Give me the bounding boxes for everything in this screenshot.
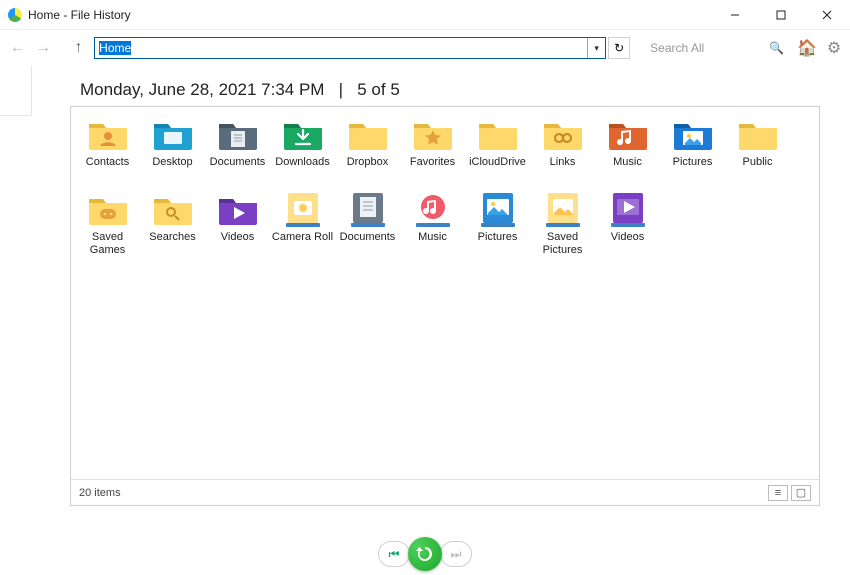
window-controls: [712, 0, 850, 30]
item-label: Videos: [221, 231, 254, 244]
folder-links-icon: [542, 117, 584, 153]
item-saved-games[interactable]: Saved Games: [75, 192, 140, 267]
item-pictures[interactable]: Pictures: [465, 192, 530, 267]
restore-button[interactable]: [408, 537, 442, 571]
app-icon: [8, 8, 22, 22]
item-links[interactable]: Links: [530, 117, 595, 192]
item-iclouddrive[interactable]: iCloudDrive: [465, 117, 530, 192]
item-label: Saved Games: [77, 231, 139, 256]
up-button[interactable]: ↑: [69, 37, 88, 59]
maximize-button[interactable]: [758, 0, 804, 30]
details-view-button[interactable]: ≡: [768, 485, 788, 501]
folder-games-icon: [87, 192, 129, 228]
item-videos[interactable]: Videos: [595, 192, 660, 267]
address-input[interactable]: [95, 41, 587, 55]
settings-icon[interactable]: ⚙: [826, 39, 842, 57]
lib-videos-icon: [607, 192, 649, 228]
lib-pictures-icon: [477, 192, 519, 228]
item-saved-pictures[interactable]: Saved Pictures: [530, 192, 595, 267]
lib-music-icon: [412, 192, 454, 228]
item-label: Pictures: [478, 231, 518, 244]
toolbar: ← → ↑ ▾ ↻ 🔍 🏠 ⚙: [0, 30, 850, 66]
item-label: Public: [743, 156, 773, 169]
item-label: Favorites: [410, 156, 455, 169]
item-label: Downloads: [275, 156, 329, 169]
folder-icon: [477, 117, 519, 153]
folder-downloads-icon: [282, 117, 324, 153]
folder-icon: [737, 117, 779, 153]
item-label: Desktop: [152, 156, 192, 169]
folder-documents-icon: [217, 117, 259, 153]
back-button[interactable]: ←: [8, 37, 27, 59]
folder-searches-icon: [152, 192, 194, 228]
item-label: iCloudDrive: [469, 156, 526, 169]
status-bar: 20 items ≡ ▢: [71, 479, 819, 505]
folder-contacts-icon: [87, 117, 129, 153]
item-desktop[interactable]: Desktop: [140, 117, 205, 192]
item-label: Dropbox: [347, 156, 389, 169]
content-area: Monday, June 28, 2021 7:34 PM | 5 of 5 C…: [0, 66, 850, 535]
item-downloads[interactable]: Downloads: [270, 117, 335, 192]
icons-view-button[interactable]: ▢: [791, 485, 811, 501]
next-version-button[interactable]: ⏭: [441, 542, 471, 566]
item-label: Pictures: [673, 156, 713, 169]
playback-controls: ⏮ ⏭: [0, 537, 850, 571]
window-title: Home - File History: [28, 8, 131, 22]
search-box: 🔍: [646, 37, 788, 59]
title-bar: Home - File History: [0, 0, 850, 30]
item-label: Music: [418, 231, 447, 244]
item-music[interactable]: Music: [400, 192, 465, 267]
folder-pictures-icon: [672, 117, 714, 153]
home-icon[interactable]: 🏠: [798, 39, 816, 57]
item-documents[interactable]: Documents: [335, 192, 400, 267]
item-label: Links: [550, 156, 576, 169]
playback-pill-right: ⏭: [440, 541, 472, 567]
item-documents[interactable]: Documents: [205, 117, 270, 192]
folder-icon: [347, 117, 389, 153]
address-bar: ▾ ↻: [94, 37, 630, 59]
forward-button[interactable]: →: [33, 37, 52, 59]
item-contacts[interactable]: Contacts: [75, 117, 140, 192]
item-public[interactable]: Public: [725, 117, 790, 192]
version-header: Monday, June 28, 2021 7:34 PM | 5 of 5: [70, 66, 820, 106]
close-button[interactable]: [804, 0, 850, 30]
item-label: Searches: [149, 231, 195, 244]
folder-music-icon: [607, 117, 649, 153]
playback-pill: ⏮: [378, 541, 410, 567]
item-label: Documents: [340, 231, 396, 244]
item-label: Music: [613, 156, 642, 169]
item-searches[interactable]: Searches: [140, 192, 205, 267]
minimize-button[interactable]: [712, 0, 758, 30]
version-position: 5 of 5: [357, 80, 400, 99]
address-dropdown-button[interactable]: ▾: [587, 38, 605, 58]
search-input[interactable]: [650, 41, 769, 55]
version-date: Monday, June 28, 2021 7:34 PM: [80, 80, 324, 99]
folder-favorites-icon: [412, 117, 454, 153]
item-label: Saved Pictures: [532, 231, 594, 256]
item-camera-roll[interactable]: Camera Roll: [270, 192, 335, 267]
item-count: 20 items: [79, 487, 121, 499]
lib-saved-icon: [542, 192, 584, 228]
item-label: Documents: [210, 156, 266, 169]
previous-version-button[interactable]: ⏮: [379, 542, 409, 566]
item-label: Camera Roll: [272, 231, 333, 244]
item-dropbox[interactable]: Dropbox: [335, 117, 400, 192]
search-icon[interactable]: 🔍: [769, 41, 784, 55]
lib-documents-icon: [347, 192, 389, 228]
item-music[interactable]: Music: [595, 117, 660, 192]
item-videos[interactable]: Videos: [205, 192, 270, 267]
lib-camera-icon: [282, 192, 324, 228]
item-label: Contacts: [86, 156, 129, 169]
folder-videos-icon: [217, 192, 259, 228]
items-panel: Contacts Desktop Documents Downloads Dropbo…: [70, 106, 820, 506]
item-label: Videos: [611, 231, 644, 244]
folder-desktop-icon: [152, 117, 194, 153]
item-favorites[interactable]: Favorites: [400, 117, 465, 192]
items-grid: Contacts Desktop Documents Downloads Dropbo…: [71, 107, 819, 277]
refresh-button[interactable]: ↻: [608, 37, 630, 59]
item-pictures[interactable]: Pictures: [660, 117, 725, 192]
